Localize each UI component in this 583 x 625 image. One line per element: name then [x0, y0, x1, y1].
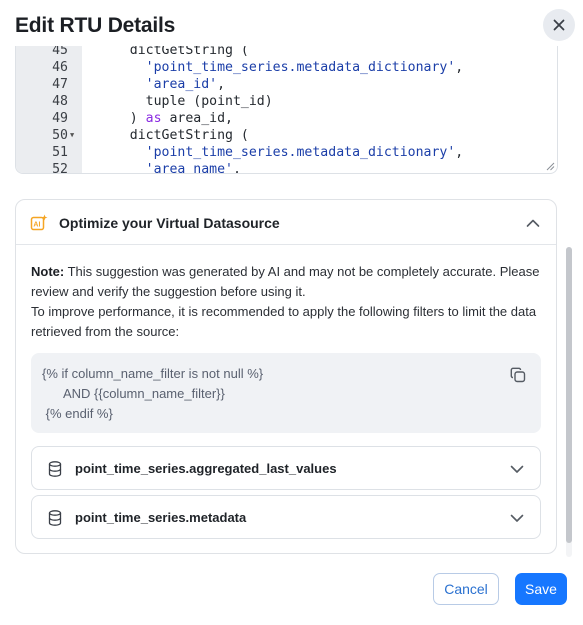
code-text: dictGetString (	[98, 46, 249, 59]
code-lines: 45 dictGetString (46 'point_time_series.…	[16, 46, 557, 174]
recommendation-text: To improve performance, it is recommende…	[31, 304, 537, 339]
code-token: ,	[455, 60, 464, 75]
code-token: area_id,	[161, 111, 233, 126]
line-number: 52	[52, 162, 68, 174]
code-token: ,	[455, 145, 464, 160]
code-token: 'area_id'	[145, 77, 218, 92]
ai-sparkle-icon: AI	[30, 214, 48, 231]
close-button[interactable]	[543, 9, 575, 41]
line-number: 50	[52, 128, 68, 143]
database-icon	[48, 510, 62, 526]
scrollbar-thumb[interactable]	[566, 247, 572, 543]
fold-arrow-icon[interactable]: ▼	[70, 127, 74, 144]
optimize-panel-title: Optimize your Virtual Datasource	[59, 215, 280, 231]
save-button[interactable]: Save	[515, 573, 567, 605]
note-label: Note:	[31, 264, 65, 279]
code-text: ) as area_id,	[98, 110, 233, 127]
code-line: 46 'point_time_series.metadata_dictionar…	[16, 59, 557, 76]
copy-icon[interactable]	[510, 367, 526, 383]
datasource-label: point_time_series.aggregated_last_values	[75, 461, 337, 476]
code-token: ,	[217, 77, 226, 92]
database-icon	[48, 461, 62, 477]
code-token: as	[145, 111, 162, 126]
chevron-up-icon[interactable]	[525, 215, 541, 231]
chevron-down-icon[interactable]	[509, 510, 525, 526]
resize-handle-icon[interactable]	[546, 162, 555, 171]
line-number: 49	[52, 111, 68, 126]
code-line: 52 'area_name',	[16, 161, 557, 174]
code-token: 'area_name'	[145, 162, 233, 174]
line-number: 47	[52, 77, 68, 92]
code-text: 'area_id',	[98, 76, 225, 93]
code-line: 51 'point_time_series.metadata_dictionar…	[16, 144, 557, 161]
note-text: This suggestion was generated by AI and …	[31, 264, 540, 299]
code-text: 'point_time_series.metadata_dictionary',	[98, 144, 464, 161]
code-token: ,	[232, 162, 241, 174]
filter-line: {% if column_name_filter is not null %}	[42, 366, 264, 381]
dialog-title: Edit RTU Details	[15, 14, 176, 37]
datasource-label: point_time_series.metadata	[75, 510, 247, 525]
datasource-row-aggregated-last-values[interactable]: point_time_series.aggregated_last_values	[31, 446, 541, 490]
code-text: 'point_time_series.metadata_dictionary',	[98, 59, 464, 76]
suggestion-note: Note: This suggestion was generated by A…	[31, 262, 546, 342]
code-token: 'point_time_series.metadata_dictionary'	[145, 60, 456, 75]
optimize-panel-header[interactable]: AI Optimize your Virtual Datasource	[16, 200, 556, 245]
code-token: dictGetString (	[98, 46, 249, 58]
line-number: 48	[52, 94, 68, 109]
filter-line: AND {{column_name_filter}}	[42, 386, 225, 401]
cancel-button[interactable]: Cancel	[433, 573, 499, 605]
code-line: 50 ▼ dictGetString (	[16, 127, 557, 144]
code-token: dictGetString (	[98, 128, 249, 143]
optimize-panel: AI Optimize your Virtual Datasource Note…	[15, 199, 557, 554]
code-line: 49 ) as area_id,	[16, 110, 557, 127]
code-token: 'point_time_series.metadata_dictionary'	[145, 145, 456, 160]
chevron-down-icon[interactable]	[509, 461, 525, 477]
sql-code-editor[interactable]: 45 dictGetString (46 'point_time_series.…	[15, 46, 558, 174]
line-number: 45	[52, 46, 68, 58]
line-number: 51	[52, 145, 68, 160]
code-token: )	[98, 111, 146, 126]
code-text: dictGetString (	[98, 127, 249, 144]
svg-text:AI: AI	[33, 222, 40, 229]
close-icon	[553, 19, 565, 31]
filter-code-block: {% if column_name_filter is not null %} …	[31, 353, 541, 433]
code-line: 45 dictGetString (	[16, 46, 557, 59]
code-token: tuple (point_id)	[98, 94, 273, 109]
line-number: 46	[52, 60, 68, 75]
filter-line: {% endif %}	[42, 406, 113, 421]
code-text: tuple (point_id)	[98, 93, 273, 110]
datasource-row-metadata[interactable]: point_time_series.metadata	[31, 495, 541, 539]
code-line: 48 tuple (point_id)	[16, 93, 557, 110]
code-line: 47 'area_id',	[16, 76, 557, 93]
code-text: 'area_name',	[98, 161, 241, 174]
